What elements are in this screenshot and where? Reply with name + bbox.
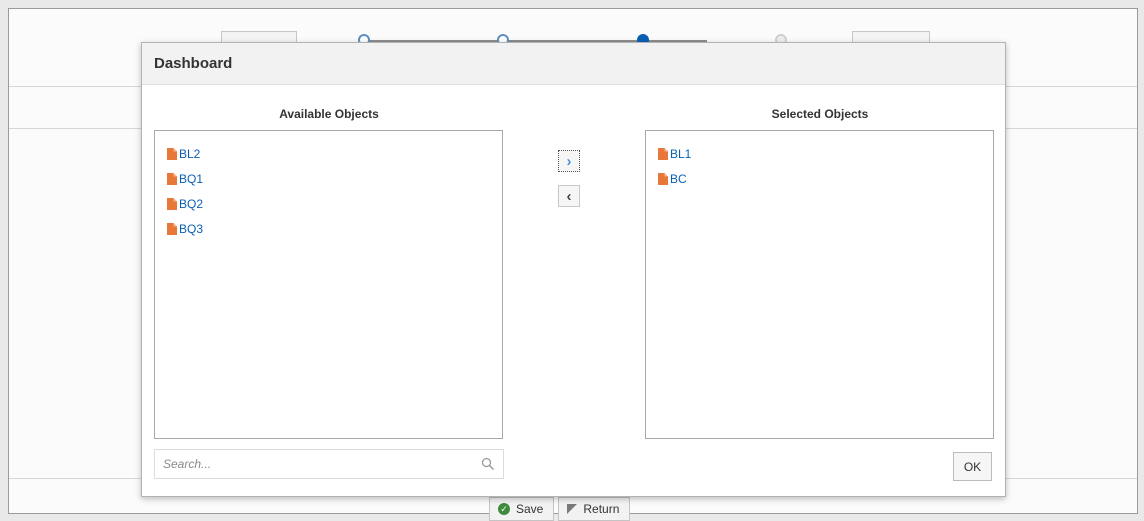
document-icon xyxy=(167,172,177,185)
available-objects-list[interactable]: BL2 BQ1 BQ2 BQ3 xyxy=(154,130,503,439)
list-item-label: BC xyxy=(670,171,687,186)
document-icon xyxy=(167,222,177,235)
list-item[interactable]: BC xyxy=(658,166,993,191)
save-label: Save xyxy=(516,502,544,516)
selected-objects-header: Selected Objects xyxy=(771,107,869,121)
document-icon xyxy=(658,147,668,160)
list-item[interactable]: BQ3 xyxy=(167,216,502,241)
save-button[interactable]: ✓ Save xyxy=(489,497,555,521)
return-flag-icon xyxy=(567,504,578,514)
list-item[interactable]: BL2 xyxy=(167,141,502,166)
list-item-label: BQ3 xyxy=(179,221,204,236)
chevron-right-icon: › xyxy=(566,152,572,170)
list-item-label: BL2 xyxy=(179,146,201,161)
list-item[interactable]: BQ1 xyxy=(167,166,502,191)
list-item-label: BQ2 xyxy=(179,196,204,211)
available-objects-header: Available Objects xyxy=(279,107,379,121)
list-item[interactable]: BL1 xyxy=(658,141,993,166)
document-icon xyxy=(658,172,668,185)
page-action-bar: ✓ Save Return xyxy=(489,497,631,521)
check-circle-icon: ✓ xyxy=(498,503,510,515)
list-item[interactable]: BQ2 xyxy=(167,191,502,216)
move-left-button[interactable]: ‹ xyxy=(558,185,580,207)
return-button[interactable]: Return xyxy=(558,497,631,521)
dialog-header: Dashboard xyxy=(142,43,1005,85)
selected-objects-list[interactable]: BL1 BC xyxy=(645,130,994,439)
move-right-button[interactable]: › xyxy=(558,150,580,172)
ok-button[interactable]: OK xyxy=(953,452,992,481)
return-label: Return xyxy=(583,502,620,516)
search-icon[interactable] xyxy=(481,457,495,471)
search-input[interactable] xyxy=(155,457,481,471)
list-item-label: BL1 xyxy=(670,146,692,161)
document-icon xyxy=(167,147,177,160)
list-item-label: BQ1 xyxy=(179,171,204,186)
document-icon xyxy=(167,197,177,210)
dashboard-dialog: Dashboard Available Objects Selected Obj… xyxy=(141,42,1006,497)
chevron-left-icon: ‹ xyxy=(566,187,572,205)
dialog-title: Dashboard xyxy=(154,55,233,72)
search-field[interactable] xyxy=(154,449,504,479)
